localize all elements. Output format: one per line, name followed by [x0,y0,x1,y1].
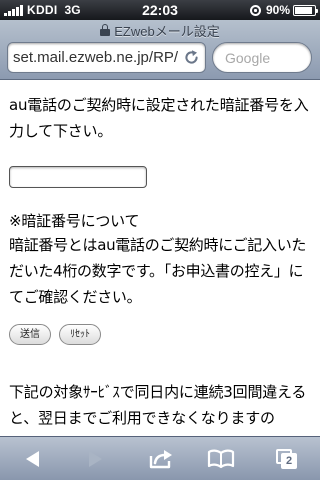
bookmarks-button[interactable] [196,437,246,480]
search-field[interactable] [212,42,312,73]
share-button[interactable] [136,437,186,480]
back-button[interactable] [8,437,58,480]
back-arrow-icon [26,451,39,467]
status-bar: KDDI 3G 22:03 90% [0,0,320,20]
form-buttons: 送信 ﾘｾｯﾄ [9,324,311,345]
pin-instruction: au電話のご契約時に設定された暗証番号を入力して下さい。 [9,96,309,140]
forward-button[interactable] [70,437,120,480]
url-field[interactable]: set.mail.ezweb.ne.jp/RP/ [7,42,206,73]
browser-toolbar: 2 [0,436,320,480]
pages-button[interactable]: 2 [262,437,312,480]
page-title-text: EZwebメール設定 [114,23,220,39]
padlock-icon [100,24,111,36]
status-right: 90% [249,3,318,17]
pin-note-heading: ※暗証番号について [9,212,140,230]
rotation-lock-icon [249,4,261,16]
bookmarks-icon [207,449,235,469]
page-content: au電話のご契約時に設定された暗証番号を入力して下さい。 ※暗証番号について 暗… [0,80,320,431]
reload-icon[interactable] [183,49,200,66]
search-input[interactable] [225,43,299,72]
submit-button[interactable]: 送信 [9,324,51,345]
lockout-notice: 下記の対象ｻｰﾋﾞｽで同日内に連続3回間違えると、翌日までご利用できなくなります… [9,383,307,427]
pin-note-body: 暗証番号とはau電話のご契約時にご記入いただいた4桁の数字です。「お申込書の控え… [9,236,307,306]
share-icon [149,450,172,469]
browser-address-bar: EZwebメール設定 set.mail.ezweb.ne.jp/RP/ [0,20,320,80]
battery-fill [295,6,313,14]
battery-icon [293,4,318,16]
tab-count: 2 [281,453,297,469]
forward-arrow-icon [89,451,102,467]
page-title: EZwebメール設定 [0,22,320,39]
battery-percent: 90% [265,3,290,17]
pages-icon: 2 [276,449,298,469]
reset-button[interactable]: ﾘｾｯﾄ [59,324,101,345]
pin-input[interactable] [9,166,147,188]
url-text[interactable]: set.mail.ezweb.ne.jp/RP/ [13,43,178,72]
